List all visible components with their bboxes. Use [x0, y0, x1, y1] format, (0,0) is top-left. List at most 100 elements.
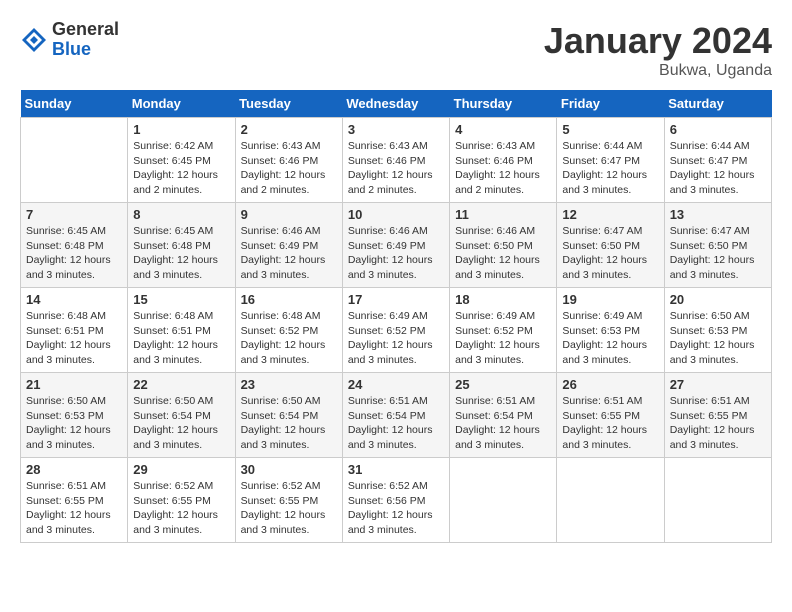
day-number: 30	[241, 462, 337, 477]
table-row: 25Sunrise: 6:51 AMSunset: 6:54 PMDayligh…	[450, 373, 557, 458]
table-row: 26 Sunrise: 6:51 AMSunset: 6:55 PMDayligh…	[557, 373, 664, 458]
day-info: Sunrise: 6:43 AMSunset: 6:46 PMDaylight:…	[455, 139, 551, 198]
table-row: 2 Sunrise: 6:43 AMSunset: 6:46 PMDaylight…	[235, 118, 342, 203]
day-number: 27	[670, 377, 766, 392]
calendar-week-1: 1 Sunrise: 6:42 AMSunset: 6:45 PMDaylight…	[21, 118, 772, 203]
day-number: 19	[562, 292, 658, 307]
day-info: Sunrise: 6:51 AMSunset: 6:54 PMDaylight:…	[348, 394, 444, 453]
day-number: 7	[26, 207, 122, 222]
day-number: 22	[133, 377, 229, 392]
header-tuesday: Tuesday	[235, 90, 342, 118]
table-row: 13Sunrise: 6:47 AMSunset: 6:50 PMDayligh…	[664, 203, 771, 288]
day-number: 11	[455, 207, 551, 222]
title-block: January 2024 Bukwa, Uganda	[544, 20, 772, 80]
table-row: 31 Sunrise: 6:52 AMSunset: 6:56 PMDayligh…	[342, 458, 449, 543]
day-info: Sunrise: 6:50 AMSunset: 6:54 PMDaylight:…	[241, 394, 337, 453]
table-row: 4 Sunrise: 6:43 AMSunset: 6:46 PMDaylight…	[450, 118, 557, 203]
header-friday: Friday	[557, 90, 664, 118]
table-row: 27Sunrise: 6:51 AMSunset: 6:55 PMDayligh…	[664, 373, 771, 458]
table-row: 21Sunrise: 6:50 AMSunset: 6:53 PMDayligh…	[21, 373, 128, 458]
logo: General Blue	[20, 20, 119, 60]
day-info: Sunrise: 6:46 AMSunset: 6:49 PMDaylight:…	[348, 224, 444, 283]
day-number: 5	[562, 122, 658, 137]
page-header: General Blue January 2024 Bukwa, Uganda	[20, 20, 772, 80]
table-row: 18 Sunrise: 6:49 AMSunset: 6:52 PMDayligh…	[450, 288, 557, 373]
logo-icon	[20, 26, 48, 54]
calendar-week-5: 28Sunrise: 6:51 AMSunset: 6:55 PMDayligh…	[21, 458, 772, 543]
day-info: Sunrise: 6:50 AMSunset: 6:53 PMDaylight:…	[670, 309, 766, 368]
day-number: 31	[348, 462, 444, 477]
table-row: 16 Sunrise: 6:48 AMSunset: 6:52 PMDayligh…	[235, 288, 342, 373]
header-thursday: Thursday	[450, 90, 557, 118]
table-row: 28Sunrise: 6:51 AMSunset: 6:55 PMDayligh…	[21, 458, 128, 543]
day-number: 24	[348, 377, 444, 392]
table-row: 24 Sunrise: 6:51 AMSunset: 6:54 PMDayligh…	[342, 373, 449, 458]
table-row: 29Sunrise: 6:52 AMSunset: 6:55 PMDayligh…	[128, 458, 235, 543]
day-info: Sunrise: 6:49 AMSunset: 6:53 PMDaylight:…	[562, 309, 658, 368]
day-info: Sunrise: 6:48 AMSunset: 6:51 PMDaylight:…	[26, 309, 122, 368]
table-row: 14 Sunrise: 6:48 AMSunset: 6:51 PMDayligh…	[21, 288, 128, 373]
table-row: 12Sunrise: 6:47 AMSunset: 6:50 PMDayligh…	[557, 203, 664, 288]
day-info: Sunrise: 6:51 AMSunset: 6:54 PMDaylight:…	[455, 394, 551, 453]
calendar-week-4: 21Sunrise: 6:50 AMSunset: 6:53 PMDayligh…	[21, 373, 772, 458]
header-monday: Monday	[128, 90, 235, 118]
day-number: 1	[133, 122, 229, 137]
day-number: 14	[26, 292, 122, 307]
header-saturday: Saturday	[664, 90, 771, 118]
day-number: 2	[241, 122, 337, 137]
day-number: 6	[670, 122, 766, 137]
day-info: Sunrise: 6:52 AMSunset: 6:56 PMDaylight:…	[348, 479, 444, 538]
day-number: 4	[455, 122, 551, 137]
day-number: 16	[241, 292, 337, 307]
table-row: 20Sunrise: 6:50 AMSunset: 6:53 PMDayligh…	[664, 288, 771, 373]
table-row: 22Sunrise: 6:50 AMSunset: 6:54 PMDayligh…	[128, 373, 235, 458]
table-row: 15Sunrise: 6:48 AMSunset: 6:51 PMDayligh…	[128, 288, 235, 373]
table-row: 3 Sunrise: 6:43 AMSunset: 6:46 PMDaylight…	[342, 118, 449, 203]
day-number: 10	[348, 207, 444, 222]
table-row: 23Sunrise: 6:50 AMSunset: 6:54 PMDayligh…	[235, 373, 342, 458]
day-info: Sunrise: 6:51 AMSunset: 6:55 PMDaylight:…	[562, 394, 658, 453]
calendar-subtitle: Bukwa, Uganda	[544, 62, 772, 80]
day-info: Sunrise: 6:42 AMSunset: 6:45 PMDaylight:…	[133, 139, 229, 198]
day-number: 18	[455, 292, 551, 307]
day-number: 29	[133, 462, 229, 477]
day-info: Sunrise: 6:48 AMSunset: 6:52 PMDaylight:…	[241, 309, 337, 368]
logo-blue: Blue	[52, 40, 119, 60]
day-number: 3	[348, 122, 444, 137]
day-info: Sunrise: 6:47 AMSunset: 6:50 PMDaylight:…	[670, 224, 766, 283]
day-info: Sunrise: 6:43 AMSunset: 6:46 PMDaylight:…	[241, 139, 337, 198]
day-info: Sunrise: 6:48 AMSunset: 6:51 PMDaylight:…	[133, 309, 229, 368]
table-row: 8Sunrise: 6:45 AMSunset: 6:48 PMDaylight…	[128, 203, 235, 288]
day-info: Sunrise: 6:46 AMSunset: 6:49 PMDaylight:…	[241, 224, 337, 283]
calendar-week-2: 7 Sunrise: 6:45 AMSunset: 6:48 PMDaylight…	[21, 203, 772, 288]
day-number: 12	[562, 207, 658, 222]
day-info: Sunrise: 6:43 AMSunset: 6:46 PMDaylight:…	[348, 139, 444, 198]
table-row	[664, 458, 771, 543]
logo-text: General Blue	[52, 20, 119, 60]
day-info: Sunrise: 6:46 AMSunset: 6:50 PMDaylight:…	[455, 224, 551, 283]
table-row	[557, 458, 664, 543]
day-number: 26	[562, 377, 658, 392]
logo-general: General	[52, 20, 119, 40]
table-row: 11 Sunrise: 6:46 AMSunset: 6:50 PMDayligh…	[450, 203, 557, 288]
day-info: Sunrise: 6:44 AMSunset: 6:47 PMDaylight:…	[562, 139, 658, 198]
table-row: 6 Sunrise: 6:44 AMSunset: 6:47 PMDaylight…	[664, 118, 771, 203]
day-number: 17	[348, 292, 444, 307]
table-row: 9Sunrise: 6:46 AMSunset: 6:49 PMDaylight…	[235, 203, 342, 288]
day-info: Sunrise: 6:52 AMSunset: 6:55 PMDaylight:…	[241, 479, 337, 538]
table-row: 1 Sunrise: 6:42 AMSunset: 6:45 PMDaylight…	[128, 118, 235, 203]
calendar-title: January 2024	[544, 20, 772, 62]
day-info: Sunrise: 6:44 AMSunset: 6:47 PMDaylight:…	[670, 139, 766, 198]
day-info: Sunrise: 6:49 AMSunset: 6:52 PMDaylight:…	[348, 309, 444, 368]
header-wednesday: Wednesday	[342, 90, 449, 118]
table-row: 10 Sunrise: 6:46 AMSunset: 6:49 PMDayligh…	[342, 203, 449, 288]
day-info: Sunrise: 6:45 AMSunset: 6:48 PMDaylight:…	[26, 224, 122, 283]
table-row	[450, 458, 557, 543]
day-info: Sunrise: 6:45 AMSunset: 6:48 PMDaylight:…	[133, 224, 229, 283]
day-info: Sunrise: 6:50 AMSunset: 6:53 PMDaylight:…	[26, 394, 122, 453]
calendar-week-3: 14 Sunrise: 6:48 AMSunset: 6:51 PMDayligh…	[21, 288, 772, 373]
table-row	[21, 118, 128, 203]
table-row: 17 Sunrise: 6:49 AMSunset: 6:52 PMDayligh…	[342, 288, 449, 373]
day-info: Sunrise: 6:49 AMSunset: 6:52 PMDaylight:…	[455, 309, 551, 368]
table-row: 30 Sunrise: 6:52 AMSunset: 6:55 PMDayligh…	[235, 458, 342, 543]
